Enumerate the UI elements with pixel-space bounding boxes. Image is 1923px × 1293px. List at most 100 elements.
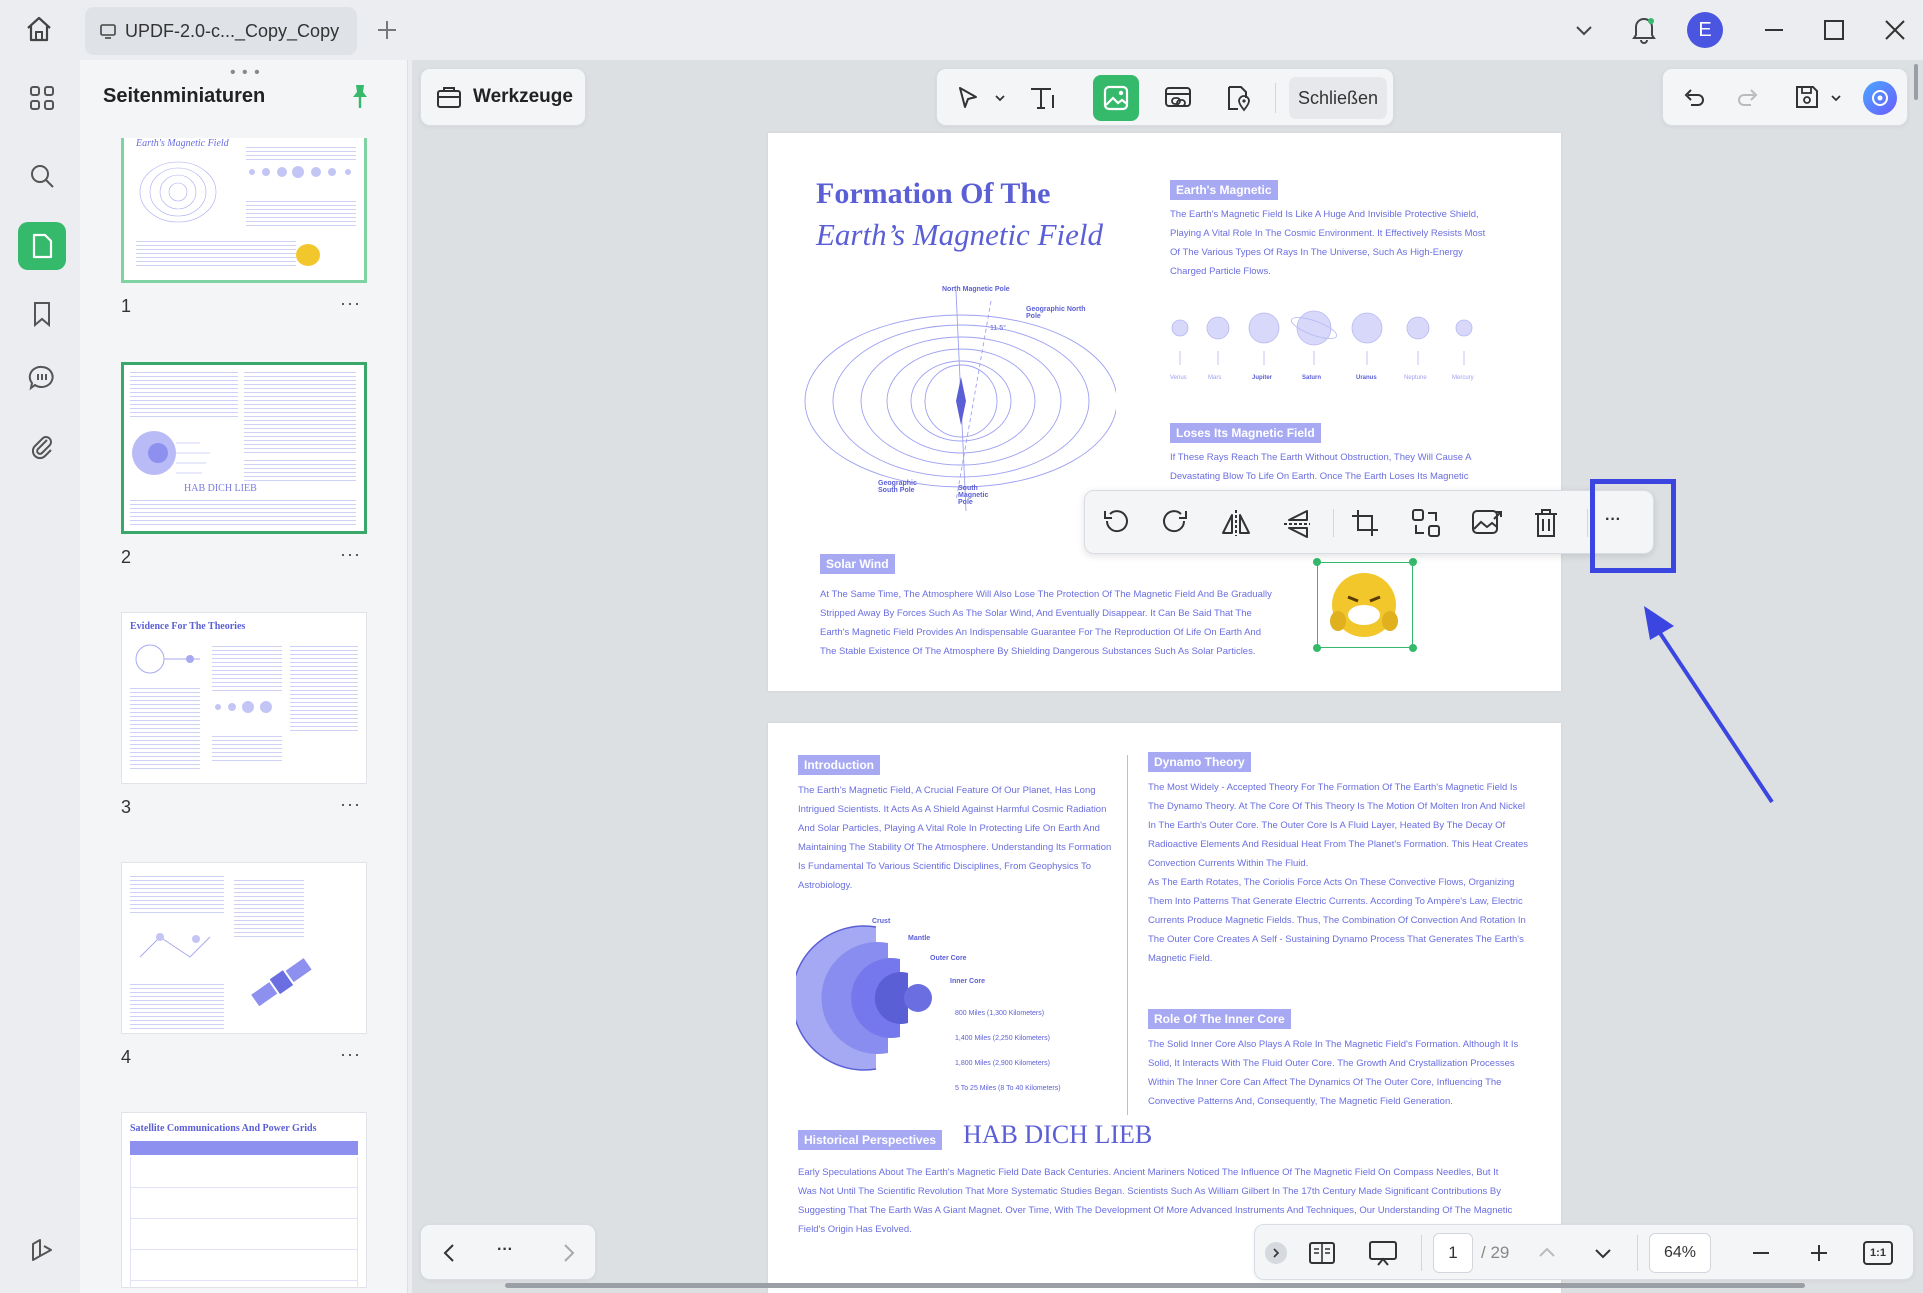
dynamo-paragraph: The Most Widely - Accepted Theory For Th… <box>1148 778 1548 968</box>
crop-icon[interactable] <box>1349 507 1381 539</box>
thumbnail-more-button[interactable]: ··· <box>340 544 361 565</box>
thumb-stamp: HAB DICH LIEB <box>184 483 257 494</box>
pdf-page-2: Introduction The Earth's Magnetic Field,… <box>768 723 1561 1293</box>
replace-image-icon[interactable] <box>1410 507 1442 539</box>
page-title-line1: Formation Of The <box>816 177 1050 211</box>
earth-layers-diagram <box>796 923 956 1073</box>
thumbnail-more-button[interactable]: ··· <box>340 1044 361 1065</box>
thumbnail-page-2[interactable]: HAB DICH LIEB <box>121 362 367 534</box>
minimize-icon[interactable] <box>1762 18 1786 42</box>
ai-assistant-icon[interactable] <box>1863 81 1897 115</box>
attachment-icon <box>28 432 56 460</box>
bell-icon[interactable] <box>1630 14 1658 44</box>
selected-image[interactable] <box>1317 562 1413 648</box>
select-tool-button[interactable] <box>945 75 991 121</box>
zoom-in-icon[interactable] <box>1807 1241 1831 1265</box>
thumbnail-page-1[interactable]: Earth's Magnetic Field <box>121 138 367 283</box>
resize-handle[interactable] <box>1313 644 1321 652</box>
new-tab-icon[interactable] <box>375 18 399 42</box>
presentation-icon[interactable] <box>1367 1239 1399 1267</box>
tools-button[interactable]: Werkzeuge <box>420 68 586 126</box>
image-tool-button[interactable] <box>1093 75 1139 121</box>
more-pages-button[interactable]: ··· <box>497 1241 513 1259</box>
chevron-down-icon[interactable] <box>1829 91 1843 105</box>
north-magnetic-label: North Magnetic Pole <box>942 286 1012 293</box>
thumbnail-more-button[interactable]: ··· <box>340 293 361 314</box>
reading-mode-icon[interactable] <box>1307 1239 1337 1267</box>
rail-attachment-button[interactable] <box>18 422 66 470</box>
page-location-icon <box>1224 84 1252 112</box>
zoom-out-icon[interactable] <box>1749 1241 1773 1265</box>
thumbnail-number-3: 3 <box>121 797 131 818</box>
thumbnail-page-3[interactable]: Evidence For The Theories <box>121 612 367 784</box>
delete-icon[interactable] <box>1531 507 1561 539</box>
thumbnail-page-4[interactable] <box>121 862 367 1034</box>
locate-tool-button[interactable] <box>1215 75 1261 121</box>
extract-image-icon[interactable] <box>1470 507 1504 539</box>
horizontal-scrollbar[interactable] <box>505 1283 1805 1288</box>
thumb-title: Satellite Communications And Power Grids <box>130 1123 316 1134</box>
layer-label: Inner Core <box>950 978 985 985</box>
resize-handle[interactable] <box>1313 558 1321 566</box>
thumbnail-number-4: 4 <box>121 1047 131 1068</box>
flip-vertical-icon[interactable] <box>1281 507 1313 541</box>
save-icon[interactable] <box>1793 83 1821 111</box>
link-tool-button[interactable] <box>1155 75 1201 121</box>
document-tab[interactable]: UPDF-2.0-c..._Copy_Copy <box>85 7 357 55</box>
rail-thumbnails-button[interactable] <box>18 74 66 122</box>
chevron-down-icon[interactable] <box>1572 18 1596 42</box>
actual-size-button[interactable]: 1:1 <box>1863 1241 1893 1265</box>
page-number-input[interactable]: 1 <box>1433 1233 1473 1273</box>
text-tool-button[interactable] <box>1019 75 1065 121</box>
intro-paragraph: The Earth's Magnetic Field, A Crucial Fe… <box>798 781 1128 895</box>
right-toolbar <box>1662 68 1908 126</box>
drag-handle-icon[interactable]: • • • <box>230 64 261 82</box>
chip-loses-magnetic-field: Loses Its Magnetic Field <box>1170 423 1321 443</box>
thumbnail-page-5[interactable]: Satellite Communications And Power Grids <box>121 1112 367 1288</box>
layer-label: Mantle <box>908 935 930 942</box>
chevron-right-icon <box>1270 1247 1282 1259</box>
rotate-left-icon[interactable] <box>1099 507 1131 539</box>
thumb-title: Earth's Magnetic Field <box>136 138 229 149</box>
undo-icon[interactable] <box>1681 85 1707 111</box>
chevron-left-icon[interactable] <box>439 1241 461 1265</box>
redo-icon[interactable] <box>1735 85 1761 111</box>
close-edit-button[interactable]: Schließen <box>1289 77 1387 119</box>
rail-comment-button[interactable] <box>18 354 66 402</box>
text-icon <box>1027 85 1057 111</box>
avatar[interactable]: E <box>1687 12 1723 48</box>
layers-icon <box>28 1236 56 1264</box>
next-page-icon[interactable] <box>1591 1241 1615 1265</box>
previous-page-icon[interactable] <box>1535 1241 1559 1265</box>
title-bar: UPDF-2.0-c..._Copy_Copy E <box>0 0 1923 60</box>
layer-label: Outer Core <box>930 955 967 962</box>
resize-handle[interactable] <box>1409 558 1417 566</box>
zoom-level[interactable]: 64% <box>1649 1233 1711 1273</box>
chip-earths-magnetic: Earth's Magnetic <box>1170 180 1278 200</box>
image-context-toolbar: ··· <box>1084 490 1654 554</box>
chip-inner-core: Role Of The Inner Core <box>1148 1009 1291 1029</box>
monitor-icon <box>99 22 117 40</box>
vertical-scrollbar[interactable] <box>1914 64 1918 100</box>
rail-layers-button[interactable] <box>18 1226 66 1274</box>
home-icon[interactable] <box>24 14 54 44</box>
thumbnail-number-2: 2 <box>121 547 131 568</box>
close-window-icon[interactable] <box>1883 18 1907 42</box>
maximize-icon[interactable] <box>1822 18 1846 42</box>
pin-icon[interactable] <box>348 82 372 110</box>
chip-dynamo-theory: Dynamo Theory <box>1148 752 1251 772</box>
thumbnail-more-button[interactable]: ··· <box>340 794 361 815</box>
angle-label: 11.5° <box>990 325 1006 332</box>
rail-pages-button[interactable] <box>18 222 66 270</box>
chevron-right-icon[interactable] <box>557 1241 579 1265</box>
collapse-bar-button[interactable] <box>1265 1242 1287 1264</box>
flip-horizontal-icon[interactable] <box>1219 507 1253 539</box>
rail-bookmark-button[interactable] <box>18 290 66 338</box>
chevron-down-icon[interactable] <box>993 91 1007 105</box>
chip-historical-perspectives: Historical Perspectives <box>798 1130 942 1150</box>
grid-icon <box>28 84 56 112</box>
rotate-right-icon[interactable] <box>1160 507 1192 539</box>
thumbnail-number: 1 <box>121 296 131 317</box>
resize-handle[interactable] <box>1409 644 1417 652</box>
rail-search-button[interactable] <box>18 152 66 200</box>
